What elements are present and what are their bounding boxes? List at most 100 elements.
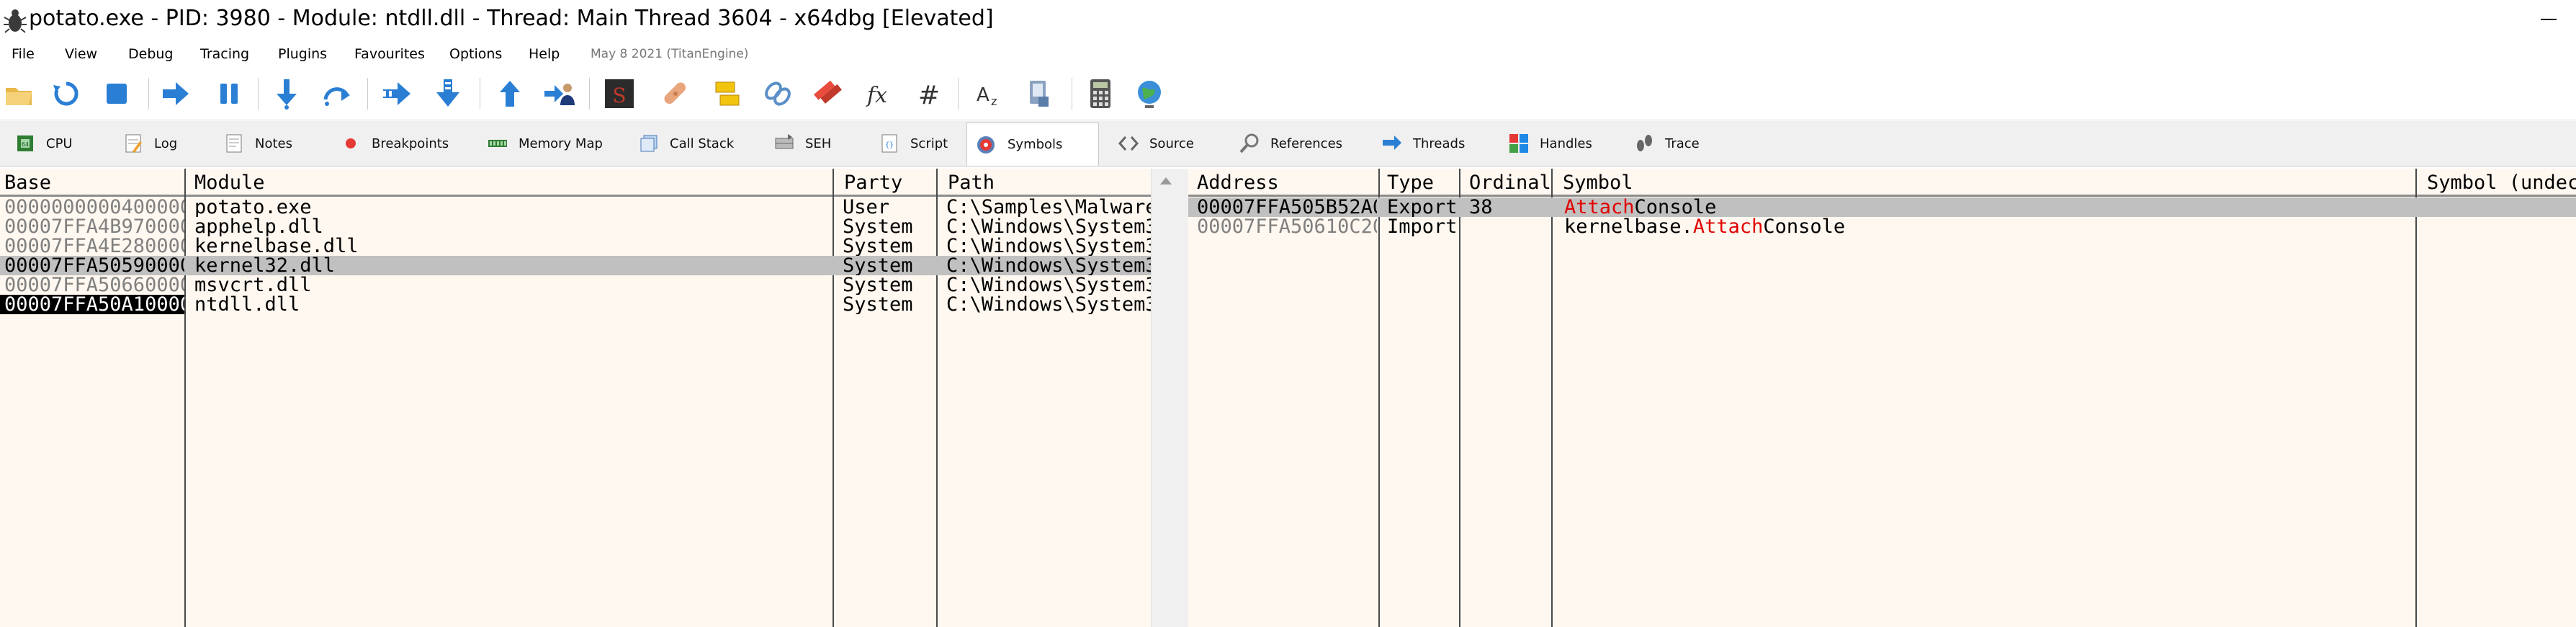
tab-memory-map[interactable]: Memory Map	[478, 124, 603, 163]
menu-file[interactable]: File	[12, 46, 35, 62]
tab-bar: 64 CPU Log Notes Breakpoints Memory Map …	[0, 121, 2576, 166]
hash-icon[interactable]: #	[913, 78, 945, 110]
stop-icon[interactable]	[101, 78, 133, 110]
column-divider[interactable]	[1459, 169, 1460, 627]
threads-icon	[1381, 133, 1403, 154]
menu-bar: File View Debug Tracing Plugins Favourit…	[0, 42, 2576, 68]
references-icon	[1239, 133, 1260, 154]
column-header-base[interactable]: Base	[4, 172, 184, 194]
window-title: potato.exe - PID: 3980 - Module: ntdll.d…	[29, 6, 994, 31]
notes-icon	[223, 133, 245, 154]
table-row[interactable]: 00007FFA50610C20 Import kernelbase.Attac…	[1188, 217, 2576, 236]
selected-table-row[interactable]: 00007FFA50590000 kernel32.dll System C:\…	[0, 256, 1151, 275]
labels-icon[interactable]	[762, 78, 794, 110]
run-icon[interactable]	[160, 78, 192, 110]
preferences-icon[interactable]	[1023, 78, 1054, 110]
tab-symbols[interactable]: Symbols	[966, 123, 1099, 166]
restart-icon[interactable]	[50, 78, 82, 110]
source-icon	[1118, 133, 1139, 154]
menu-help[interactable]: Help	[529, 46, 560, 62]
column-header-undecorated[interactable]: Symbol (undecorated)	[2427, 172, 2576, 194]
table-row[interactable]: 00007FFA50660000 msvcrt.dll System C:\Wi…	[0, 275, 1151, 295]
open-icon[interactable]	[3, 78, 35, 110]
svg-text:A: A	[977, 84, 989, 106]
modules-pane: Base Module Party Path 0000000000400000 …	[0, 169, 1151, 627]
trace-into-icon[interactable]	[382, 78, 413, 110]
toolbar-separator	[367, 78, 368, 110]
build-date: May 8 2021 (TitanEngine)	[591, 47, 749, 61]
column-header-address[interactable]: Address	[1197, 172, 1377, 194]
modules-header: Base Module Party Path	[0, 169, 1151, 197]
tab-notes[interactable]: Notes	[215, 124, 301, 163]
table-row[interactable]: 00007FFA4E280000 kernelbase.dll System C…	[0, 236, 1151, 256]
symbols-header: Address Type Ordinal Symbol Symbol (unde…	[1188, 169, 2576, 197]
table-row[interactable]: 00007FFA50A10000 ntdll.dll System C:\Win…	[0, 295, 1151, 314]
menu-view[interactable]: View	[65, 46, 97, 62]
scylla-icon[interactable]: S	[603, 78, 635, 110]
svg-text:z: z	[991, 94, 997, 108]
selected-table-row[interactable]: 00007FFA505B52A0 Export 38 AttachConsole	[1188, 197, 2576, 217]
tab-source[interactable]: Source	[1109, 124, 1210, 163]
svg-text:{}: {}	[885, 141, 894, 149]
callstack-icon	[638, 133, 660, 154]
column-header-type[interactable]: Type	[1387, 172, 1462, 194]
tab-breakpoints[interactable]: Breakpoints	[331, 124, 451, 163]
step-into-icon[interactable]	[271, 78, 302, 110]
tab-script[interactable]: {} Script	[870, 124, 958, 163]
minimize-button[interactable]	[2541, 19, 2557, 20]
menu-favourites[interactable]: Favourites	[354, 46, 425, 62]
tab-handles[interactable]: Handles	[1499, 124, 1607, 163]
tab-seh[interactable]: SEH	[765, 124, 844, 163]
globe-icon[interactable]	[1134, 78, 1165, 110]
svg-text:64: 64	[22, 141, 29, 148]
execute-till-return-icon[interactable]	[494, 78, 526, 110]
trace-icon	[1633, 133, 1655, 154]
column-header-path[interactable]: Path	[948, 172, 1142, 194]
pane-splitter[interactable]	[1180, 169, 1188, 627]
tab-call-stack[interactable]: Call Stack	[629, 124, 737, 163]
run-to-user-code-icon[interactable]	[543, 78, 575, 110]
functions-icon[interactable]: fx	[861, 78, 893, 110]
breakpoint-icon	[340, 133, 362, 154]
calculator-icon[interactable]	[1085, 78, 1116, 110]
pause-icon[interactable]	[213, 78, 245, 110]
column-divider[interactable]	[2415, 169, 2417, 627]
menu-tracing[interactable]: Tracing	[200, 46, 249, 62]
toolbar-separator	[258, 78, 259, 110]
tab-cpu[interactable]: 64 CPU	[6, 124, 82, 163]
toolbar-separator	[958, 78, 959, 110]
x64dbg-bug-icon	[3, 7, 27, 35]
toolbar: S fx # Az	[0, 68, 2576, 120]
svg-text:fx: fx	[866, 83, 887, 108]
symbols-pane: Address Type Ordinal Symbol Symbol (unde…	[1188, 169, 2576, 627]
tab-threads[interactable]: Threads	[1373, 124, 1484, 163]
font-icon[interactable]: Az	[974, 78, 1005, 110]
column-header-party[interactable]: Party	[844, 172, 938, 194]
tab-references[interactable]: References	[1230, 124, 1358, 163]
svg-text:S: S	[612, 84, 626, 107]
handles-icon	[1508, 133, 1530, 154]
table-row[interactable]: 00007FFA4B970000 apphelp.dll System C:\W…	[0, 217, 1151, 236]
step-over-icon[interactable]	[321, 78, 353, 110]
column-header-symbol[interactable]: Symbol	[1563, 172, 2413, 194]
comments-icon[interactable]	[712, 78, 743, 110]
bookmarks-icon[interactable]	[812, 78, 844, 110]
menu-options[interactable]: Options	[449, 46, 502, 62]
column-header-ordinal[interactable]: Ordinal	[1469, 172, 1553, 194]
column-header-module[interactable]: Module	[194, 172, 828, 194]
patch-icon[interactable]	[660, 78, 691, 110]
menu-debug[interactable]: Debug	[128, 46, 173, 62]
column-divider[interactable]	[1378, 169, 1380, 627]
log-icon	[122, 133, 144, 154]
toolbar-separator	[589, 78, 590, 110]
scroll-up-arrow-icon[interactable]	[1160, 177, 1172, 184]
tab-trace[interactable]: Trace	[1625, 124, 1717, 163]
table-row[interactable]: 0000000000400000 potato.exe User C:\Samp…	[0, 197, 1151, 217]
trace-over-icon[interactable]	[432, 78, 464, 110]
column-divider[interactable]	[1551, 169, 1553, 627]
svg-text:#: #	[918, 81, 940, 110]
tab-log[interactable]: Log	[114, 124, 189, 163]
modules-scrollbar[interactable]	[1151, 169, 1180, 627]
current-module-base: 00007FFA50A10000	[0, 295, 184, 314]
menu-plugins[interactable]: Plugins	[278, 46, 327, 62]
